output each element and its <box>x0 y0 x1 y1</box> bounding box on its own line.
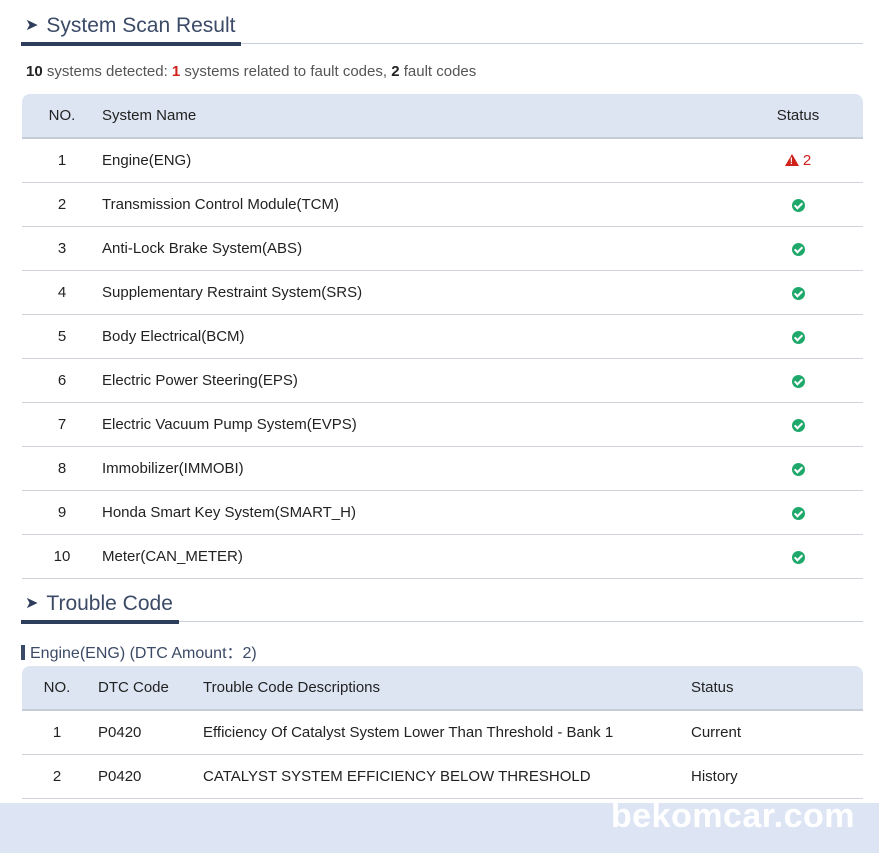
row-number: 2 <box>22 182 102 227</box>
arrow-right-icon: ➤ <box>25 595 39 612</box>
system-row[interactable]: 6 Electric Power Steering(EPS) <box>22 358 863 403</box>
system-status <box>733 270 863 315</box>
system-row[interactable]: 9 Honda Smart Key System(SMART_H) <box>22 490 863 535</box>
check-circle-icon <box>791 506 805 520</box>
systems-text: systems detected: <box>42 63 172 80</box>
trouble-code-title: ➤ Trouble Code <box>21 592 179 624</box>
fault-systems-count: 1 <box>171 63 181 80</box>
dtc-description: Efficiency Of Catalyst System Lower Than… <box>203 710 659 755</box>
system-scan-title-text: System Scan Result <box>46 14 236 37</box>
system-status <box>733 490 863 535</box>
dtc-code: P0420 <box>92 754 203 799</box>
check-circle-icon <box>791 462 805 476</box>
system-name: Electric Power Steering(EPS) <box>102 358 733 403</box>
system-name: Honda Smart Key System(SMART_H) <box>102 490 733 535</box>
row-number: 8 <box>22 446 102 491</box>
system-scan-header: ➤ System Scan Result <box>21 14 863 46</box>
warning-triangle-icon <box>784 154 799 166</box>
system-name: Transmission Control Module(TCM) <box>102 182 733 227</box>
col-no: NO. <box>43 679 71 696</box>
dtc-status: History <box>659 754 863 799</box>
col-dtc-code: DTC Code <box>98 679 169 696</box>
row-number: 5 <box>22 314 102 359</box>
dtc-subheading-text: Engine(ENG) (DTC Amount：2) <box>30 645 257 662</box>
system-name: Anti-Lock Brake System(ABS) <box>102 226 733 271</box>
systems-count: 10 <box>26 63 43 80</box>
system-name: Meter(CAN_METER) <box>102 534 733 579</box>
system-table-header: NO. System Name Status <box>22 94 863 138</box>
system-row[interactable]: 7 Electric Vacuum Pump System(EVPS) <box>22 402 863 447</box>
dtc-row[interactable]: 1 P0420 Efficiency Of Catalyst System Lowe… <box>22 710 863 755</box>
system-name: Immobilizer(IMMOBI) <box>102 446 733 491</box>
subheading-bar <box>21 645 25 660</box>
system-status <box>733 226 863 271</box>
system-row[interactable]: 1Engine(ENG) 2 <box>22 138 863 183</box>
fault-systems-text: systems related to fault codes, <box>180 63 392 80</box>
row-number: 10 <box>22 534 102 579</box>
col-description: Trouble Code Descriptions <box>203 679 381 696</box>
system-row[interactable]: 3 Anti-Lock Brake System(ABS) <box>22 226 863 271</box>
system-name: Electric Vacuum Pump System(EVPS) <box>102 402 733 447</box>
col-no: NO. <box>48 107 76 124</box>
row-number: 1 <box>22 710 92 755</box>
row-number: 9 <box>22 490 102 535</box>
check-circle-icon <box>791 330 805 344</box>
col-status: Status <box>776 107 820 124</box>
dtc-description: CATALYST SYSTEM EFFICIENCY BELOW THRESHO… <box>203 754 659 799</box>
watermark: bekomcar.com <box>610 797 855 835</box>
system-name: Body Electrical(BCM) <box>102 314 733 359</box>
row-number: 7 <box>22 402 102 447</box>
row-number: 4 <box>22 270 102 315</box>
col-system-name: System Name <box>102 107 197 124</box>
check-circle-icon <box>791 374 805 388</box>
system-row[interactable]: 4 Supplementary Restraint System(SRS) <box>22 270 863 315</box>
row-number: 3 <box>22 226 102 271</box>
system-name: Supplementary Restraint System(SRS) <box>102 270 733 315</box>
system-status <box>733 314 863 359</box>
check-circle-icon <box>791 550 805 564</box>
check-circle-icon <box>791 286 805 300</box>
dtc-code: P0420 <box>92 710 203 755</box>
check-circle-icon <box>791 418 805 432</box>
system-scan-title: ➤ System Scan Result <box>21 14 242 46</box>
fault-codes-count: 2 <box>391 63 400 80</box>
system-status <box>733 446 863 491</box>
dtc-status: Current <box>659 710 863 755</box>
system-row[interactable]: 5 Body Electrical(BCM) <box>22 314 863 359</box>
system-status <box>733 402 863 447</box>
trouble-code-title-text: Trouble Code <box>46 592 173 615</box>
dtc-subheading: Engine(ENG) (DTC Amount：2) <box>21 639 257 663</box>
system-status <box>733 358 863 403</box>
col-status: Status <box>691 679 734 696</box>
system-name: Engine(ENG) <box>102 138 733 183</box>
check-circle-icon <box>791 198 805 212</box>
system-row[interactable]: 10 Meter(CAN_METER) <box>22 534 863 579</box>
system-row[interactable]: 8 Immobilizer(IMMOBI) <box>22 446 863 491</box>
row-number: 6 <box>22 358 102 403</box>
system-table: NO. System Name Status 1Engine(ENG)22Tra… <box>22 94 863 579</box>
check-circle-icon <box>791 242 805 256</box>
dtc-table-header: NO. DTC Code Trouble Code Descriptions S… <box>22 666 863 710</box>
arrow-right-icon: ➤ <box>25 17 39 34</box>
fault-status: 2 <box>784 152 812 169</box>
system-status <box>733 534 863 579</box>
row-number: 1 <box>22 138 102 183</box>
dtc-row[interactable]: 2 P0420 CATALYST SYSTEM EFFICIENCY BELOW T… <box>22 754 863 799</box>
system-status <box>733 182 863 227</box>
system-row[interactable]: 2 Transmission Control Module(TCM) <box>22 182 863 227</box>
trouble-code-header: ➤ Trouble Code <box>21 592 863 624</box>
row-number: 2 <box>22 754 92 799</box>
scan-summary: 10 systems detected: 1 systems related t… <box>26 63 476 80</box>
dtc-table: NO. DTC Code Trouble Code Descriptions S… <box>22 666 863 799</box>
system-status: 2 <box>733 138 863 183</box>
fault-count: 2 <box>802 152 812 169</box>
fault-codes-text: fault codes <box>399 63 477 80</box>
